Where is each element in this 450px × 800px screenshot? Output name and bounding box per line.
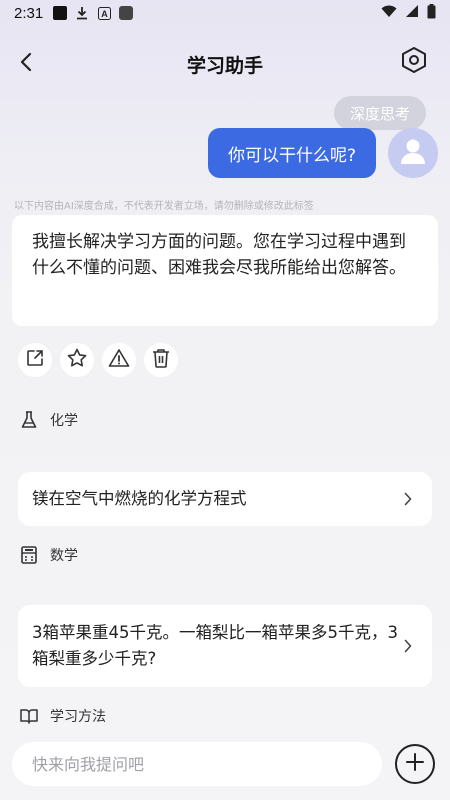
status-bar: 2:31 A — [0, 0, 450, 26]
ai-answer-text: 我擅长解决学习方面的问题。您在学习过程中遇到什么不懂的问题、困难我会尽我所能给出… — [32, 232, 406, 278]
calculator-icon — [20, 546, 38, 564]
user-message-bubble: 你可以干什么呢? — [208, 128, 376, 178]
user-avatar-icon — [398, 136, 428, 170]
status-time: 2:31 — [14, 4, 44, 22]
warning-icon — [108, 348, 130, 372]
chevron-right-icon — [400, 492, 416, 506]
share-icon — [25, 348, 45, 372]
header: 学习助手 — [0, 36, 450, 92]
ai-disclaimer: 以下内容由AI深度合成，不代表开发者立场，请勿删除或修改此标签 — [14, 201, 314, 212]
section-label-text: 数学 — [50, 548, 78, 564]
chevron-right-icon — [400, 639, 416, 653]
flask-icon — [20, 411, 38, 429]
delete-button[interactable] — [144, 343, 178, 377]
section-label-text: 化学 — [50, 413, 78, 429]
back-button[interactable] — [10, 48, 42, 80]
hexagon-settings-icon — [401, 46, 427, 78]
text-icon: A — [97, 6, 111, 20]
back-arrow-icon — [19, 52, 33, 76]
favorite-button[interactable] — [60, 343, 94, 377]
download-icon — [75, 6, 89, 20]
section-study-method: 学习方法 — [20, 706, 106, 726]
deep-think-chip[interactable]: 深度思考 — [334, 96, 426, 130]
wifi-icon — [381, 5, 397, 22]
message-actions — [18, 343, 178, 377]
question-text: 镁在空气中燃烧的化学方程式 — [32, 489, 247, 508]
svg-text:A: A — [101, 9, 108, 19]
share-button[interactable] — [18, 343, 52, 377]
section-chemistry: 化学 — [20, 410, 78, 430]
battery-icon — [427, 3, 436, 23]
book-icon — [20, 707, 38, 725]
app-icon — [53, 6, 68, 20]
question-text: 3箱苹果重45千克。一箱梨比一箱苹果多5千克，3箱梨重多少千克? — [32, 623, 398, 668]
app-square-icon — [119, 6, 134, 20]
ai-answer-card: 我擅长解决学习方面的问题。您在学习过程中遇到什么不懂的问题、困难我会尽我所能给出… — [12, 215, 438, 326]
question-card-math[interactable]: 3箱苹果重45千克。一箱梨比一箱苹果多5千克，3箱梨重多少千克? — [18, 605, 432, 687]
avatar — [388, 128, 438, 178]
star-icon — [66, 347, 88, 373]
add-button[interactable] — [395, 744, 435, 784]
section-math: 数学 — [20, 545, 78, 565]
page-title: 学习助手 — [186, 54, 263, 77]
question-input[interactable] — [12, 742, 382, 786]
question-card-chemistry[interactable]: 镁在空气中燃烧的化学方程式 — [18, 472, 432, 526]
section-label-text: 学习方法 — [50, 709, 106, 725]
trash-icon — [151, 347, 171, 373]
signal-icon — [405, 4, 419, 22]
plus-icon — [405, 752, 425, 776]
report-button[interactable] — [102, 343, 136, 377]
settings-button[interactable] — [398, 46, 430, 78]
